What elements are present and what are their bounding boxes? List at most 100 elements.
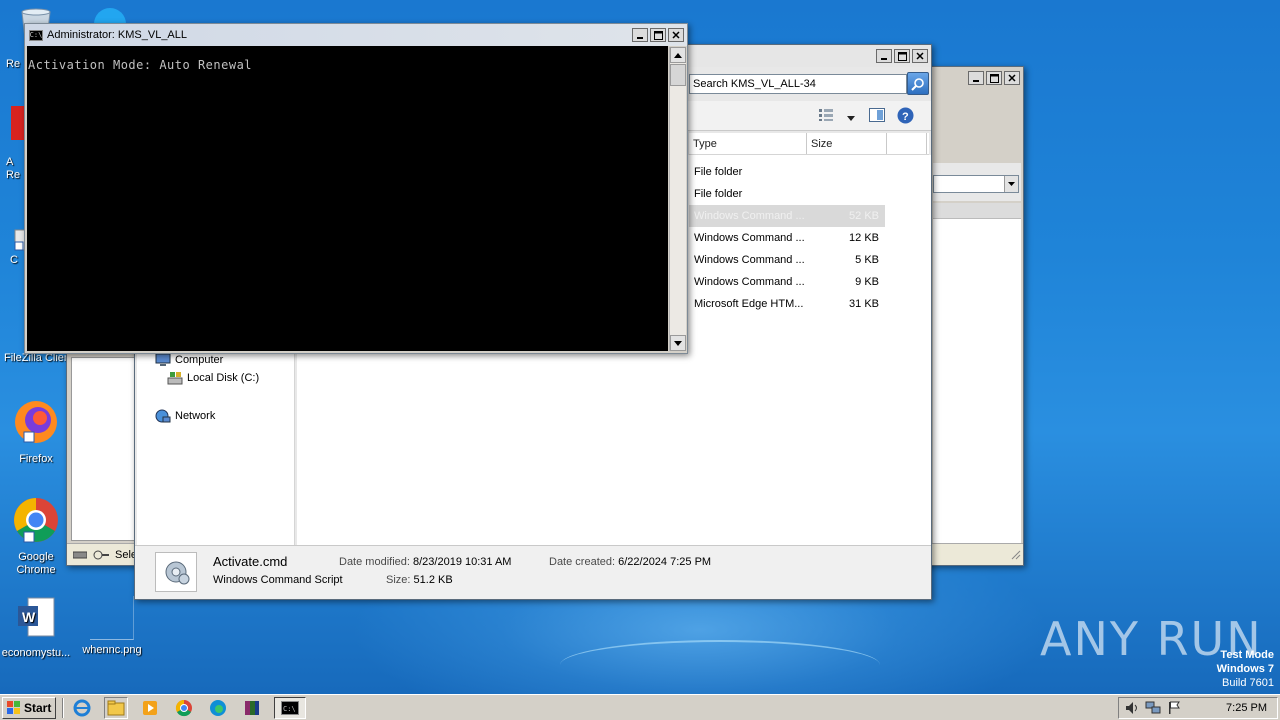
word-document-icon: W	[0, 596, 74, 643]
maximize-button[interactable]	[650, 28, 666, 42]
explorer-icon[interactable]	[104, 696, 129, 719]
nav-item-local-disk[interactable]: Local Disk (C:)	[167, 371, 259, 385]
network-drive-icon	[93, 550, 109, 559]
vertical-scrollbar[interactable]	[669, 47, 686, 351]
scroll-thumb[interactable]	[670, 64, 686, 86]
titlebar[interactable]: C:\ Administrator: KMS_VL_ALL	[25, 24, 687, 46]
nav-label: Local Disk (C:)	[187, 372, 260, 384]
help-icon[interactable]: ?	[897, 107, 914, 127]
size-label: Size:	[386, 574, 411, 586]
back-column-header	[933, 203, 1021, 219]
chrome-taskbar-icon[interactable]	[172, 697, 196, 719]
minimize-button[interactable]	[968, 71, 984, 85]
resize-grip[interactable]	[1009, 548, 1021, 563]
details-pane: Activate.cmd Windows Command Script Date…	[135, 545, 931, 599]
close-button[interactable]	[912, 49, 928, 63]
file-size: 9 KB	[855, 276, 879, 288]
column-header: Type Size	[689, 133, 929, 155]
windows-version-line: Windows 7	[1216, 663, 1274, 675]
chevron-down-icon[interactable]	[1004, 176, 1018, 192]
date-modified-label: Date modified:	[339, 556, 410, 568]
build-line: Build 7601	[1222, 677, 1274, 689]
desktop-icon-label: Google Chrome	[16, 551, 56, 576]
desktop-icon-label: economystu...	[1, 647, 71, 659]
file-row[interactable]: Microsoft Edge HTM... 31 KB	[689, 293, 929, 315]
file-type: Microsoft Edge HTM...	[694, 298, 804, 310]
column-size[interactable]: Size	[807, 133, 887, 154]
date-created-value: 6/22/2024 7:25 PM	[618, 556, 712, 568]
chevron-down-icon[interactable]	[847, 112, 855, 124]
scroll-down-icon[interactable]	[670, 335, 686, 351]
search-input[interactable]: Search KMS_VL_ALL-34	[689, 74, 907, 94]
file-row[interactable]: Windows Command ... 5 KB	[689, 249, 929, 271]
file-size	[807, 183, 881, 205]
close-button[interactable]	[1004, 71, 1020, 85]
navigation-pane: Computer Local Disk (C:) Network	[137, 345, 295, 545]
file-type: Windows Command ...	[694, 232, 805, 244]
nav-label: Network	[175, 410, 216, 422]
file-row[interactable]: Windows Command ... 12 KB	[689, 227, 929, 249]
media-player-icon[interactable]	[138, 697, 162, 719]
network-tray-icon[interactable]	[1145, 701, 1161, 715]
back-window-dropdown[interactable]	[933, 175, 1019, 193]
ie-icon[interactable]	[70, 697, 94, 719]
file-size: 52 KB	[849, 210, 879, 222]
desktop-icon-word-doc[interactable]: W economystu...	[0, 596, 74, 660]
firefox-icon	[0, 398, 74, 449]
volume-icon[interactable]	[1125, 701, 1139, 715]
maximize-button[interactable]	[986, 71, 1002, 85]
action-center-flag-icon[interactable]	[1167, 701, 1181, 715]
system-tray: 7:25 PM	[1118, 697, 1278, 719]
nav-label: Computer	[175, 354, 224, 366]
file-list: File folder File folder Windows Command …	[689, 161, 929, 315]
file-row[interactable]: Windows Command ... 9 KB	[689, 271, 929, 293]
console-window[interactable]: C:\ Administrator: KMS_VL_ALL Activation…	[24, 23, 688, 354]
console-output[interactable]: Activation Mode: Auto Renewal	[27, 46, 668, 351]
desktop-icon-label: Re	[6, 58, 21, 70]
wallpaper-streak	[560, 640, 880, 690]
local-disk-icon	[167, 372, 183, 385]
desktop-icon-chrome[interactable]: Google Chrome	[0, 496, 74, 577]
edge-icon[interactable]	[206, 697, 230, 719]
file-type: Windows Command ...	[694, 210, 805, 222]
file-row[interactable]: File folder	[689, 183, 929, 205]
file-type: Windows Command ...	[694, 276, 805, 288]
column-extra[interactable]	[887, 133, 927, 154]
minimize-button[interactable]	[632, 28, 648, 42]
scroll-up-icon[interactable]	[670, 47, 686, 63]
console-icon: C:\	[29, 29, 43, 41]
date-created-label: Date created:	[549, 556, 616, 568]
windows-logo-icon	[7, 700, 20, 714]
test-mode-line: Test Mode	[1220, 649, 1274, 661]
preview-pane-icon[interactable]	[869, 107, 885, 126]
desktop-icon-png[interactable]: whennc.png	[74, 596, 150, 657]
cmd-taskbar-icon[interactable]: C:\	[274, 696, 307, 719]
test-mode-notice: Test Mode Windows 7 Build 7601	[1217, 648, 1274, 690]
desktop-icon-label: C	[10, 254, 18, 266]
file-type: File folder	[694, 188, 743, 200]
file-row[interactable]: File folder	[689, 161, 929, 183]
maximize-button[interactable]	[894, 49, 910, 63]
nav-item-computer[interactable]: Computer	[155, 353, 223, 367]
desktop-icon-label: whennc.png	[82, 644, 142, 656]
nav-item-network[interactable]: Network	[155, 409, 215, 423]
search-button[interactable]	[907, 72, 929, 95]
views-icon[interactable]	[819, 109, 833, 124]
close-button[interactable]	[668, 28, 684, 42]
file-type: File folder	[694, 166, 743, 178]
file-size: 5 KB	[855, 254, 879, 266]
desktop-icon-label: A Re	[6, 156, 21, 181]
svg-text:W: W	[22, 609, 36, 625]
drive-icon	[73, 551, 87, 558]
winrar-icon[interactable]	[240, 697, 264, 719]
file-size: 12 KB	[849, 232, 879, 244]
column-type[interactable]: Type	[689, 133, 807, 154]
clock[interactable]: 7:25 PM	[1226, 702, 1267, 714]
svg-text:C:\: C:\	[283, 705, 296, 713]
desktop-icon-firefox[interactable]: Firefox	[0, 398, 74, 466]
start-button[interactable]: Start	[2, 696, 57, 719]
file-row-selected[interactable]: Windows Command ... 52 KB	[689, 205, 885, 227]
minimize-button[interactable]	[876, 49, 892, 63]
details-filetype: Windows Command Script	[213, 574, 343, 586]
size-value: 51.2 KB	[413, 574, 453, 586]
